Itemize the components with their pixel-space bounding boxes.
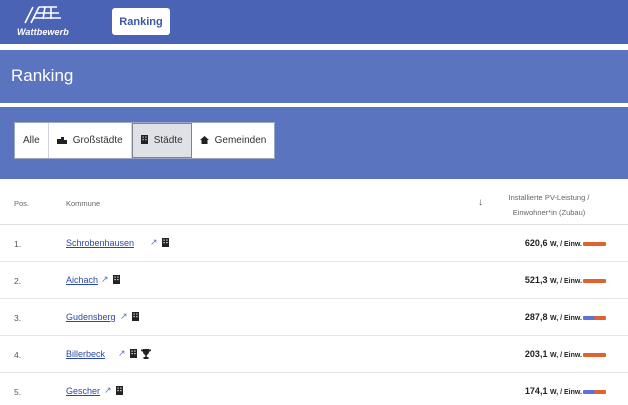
external-link-icon[interactable]: ↗ — [150, 237, 158, 248]
table-row: 5. Gescher ↗ 174,1 W, / Einw. — [0, 374, 628, 405]
building-icon — [115, 386, 123, 395]
sort-descending-icon[interactable]: ↓ — [478, 197, 483, 208]
page-title: Ranking — [11, 66, 74, 85]
kommune-icons: ↗ — [104, 385, 123, 396]
filter-gemeinden-button[interactable]: Gemeinden — [191, 123, 275, 158]
building-icon — [140, 135, 148, 146]
kommune-link[interactable]: Gudensberg — [66, 312, 116, 322]
pv-progress-bar — [583, 316, 606, 320]
pv-value-number: 287,8 — [524, 312, 548, 322]
rank-position: 3. — [14, 313, 22, 323]
external-link-icon[interactable]: ↗ — [120, 311, 128, 322]
kommune-icons: ↗ — [150, 237, 169, 248]
external-link-icon[interactable]: ↗ — [104, 385, 112, 396]
filter-alle-button[interactable]: Alle — [15, 123, 49, 158]
column-header-kommune[interactable]: Kommune — [66, 199, 100, 208]
pv-progress-bar — [583, 353, 606, 357]
building-icon — [112, 275, 120, 284]
pv-progress-bar — [583, 242, 606, 246]
rank-position: 2. — [14, 276, 22, 286]
external-link-icon[interactable]: ↗ — [101, 274, 109, 285]
pv-value: 620,6 W, / Einw. — [525, 238, 582, 248]
logo-text: Wattbewerb — [17, 27, 69, 37]
filter-label: Alle — [23, 135, 40, 146]
kommune-link[interactable]: Billerbeck — [66, 349, 105, 359]
building-icon — [161, 238, 169, 247]
filter-grossstaedte-button[interactable]: Großstädte — [48, 123, 132, 158]
kommune-icons: ↗ — [101, 274, 120, 285]
kommune-link[interactable]: Schrobenhausen — [66, 238, 134, 248]
pv-value-number: 620,6 — [524, 238, 548, 248]
solar-panel-icon — [24, 6, 61, 24]
filter-label: Gemeinden — [214, 135, 267, 146]
building-icon — [131, 312, 139, 321]
pv-value: 203,1 W, / Einw. — [525, 349, 582, 359]
column-header-pv-leistung[interactable]: Installierte PV-Leistung / Einwohner*in … — [490, 190, 608, 220]
ranking-nav-button[interactable]: Ranking — [112, 8, 170, 35]
kommune-link[interactable]: Gescher — [66, 386, 100, 396]
filter-band: Alle Großstädte Städte Gemeinden — [0, 107, 628, 179]
title-band: Ranking — [0, 50, 628, 103]
pv-progress-bar — [583, 279, 606, 283]
pv-value: 521,3 W, / Einw. — [525, 275, 582, 285]
table-row: 3. Gudensberg ↗ 287,8 W, / Einw. — [0, 300, 628, 336]
top-navbar: Wattbewerb Ranking — [0, 0, 628, 44]
pv-value-unit: W, / Einw. — [549, 241, 582, 248]
house-icon — [199, 135, 209, 146]
wattbewerb-logo[interactable]: Wattbewerb — [17, 5, 77, 39]
pv-value-unit: W, / Einw. — [549, 278, 582, 285]
external-link-icon[interactable]: ↗ — [118, 348, 126, 359]
pv-value: 287,8 W, / Einw. — [525, 312, 582, 322]
pv-value-number: 521,3 — [524, 275, 548, 285]
column-header-line: Einwohner*in (Zubau) — [512, 208, 586, 217]
filter-label: Städte — [153, 135, 183, 146]
column-header-line: Installierte PV-Leistung / — [508, 193, 590, 202]
pv-progress-bar — [583, 390, 606, 394]
kommune-link[interactable]: Aichach — [66, 275, 98, 285]
column-header-pos[interactable]: Pos. — [14, 199, 29, 208]
kommune-icons: ↗ — [120, 311, 139, 322]
city-icon — [56, 136, 67, 146]
building-icon — [129, 349, 137, 358]
pv-value-unit: W, / Einw. — [549, 315, 582, 322]
filter-staedte-button[interactable]: Städte — [131, 123, 192, 158]
pv-value-unit: W, / Einw. — [549, 389, 582, 396]
table-row: 2. Aichach ↗ 521,3 W, / Einw. — [0, 263, 628, 299]
pv-value-number: 203,1 — [524, 349, 548, 359]
pv-value-unit: W, / Einw. — [549, 352, 582, 359]
filter-label: Großstädte — [72, 135, 123, 146]
pv-value-number: 174,1 — [524, 386, 548, 396]
pv-value: 174,1 W, / Einw. — [525, 386, 582, 396]
trophy-icon — [140, 348, 151, 359]
table-row: 1. Schrobenhausen ↗ 620,6 W, / Einw. — [0, 226, 628, 262]
rank-position: 5. — [14, 387, 22, 397]
category-filter-group: Alle Großstädte Städte Gemeinden — [14, 122, 276, 159]
rank-position: 1. — [14, 239, 22, 249]
kommune-icons: ↗ — [118, 348, 151, 359]
rank-position: 4. — [14, 350, 22, 360]
table-row: 4. Billerbeck ↗ 203,1 W, / Einw. — [0, 337, 628, 373]
ranking-table-header: Pos. Kommune ↓ Installierte PV-Leistung … — [0, 182, 628, 225]
